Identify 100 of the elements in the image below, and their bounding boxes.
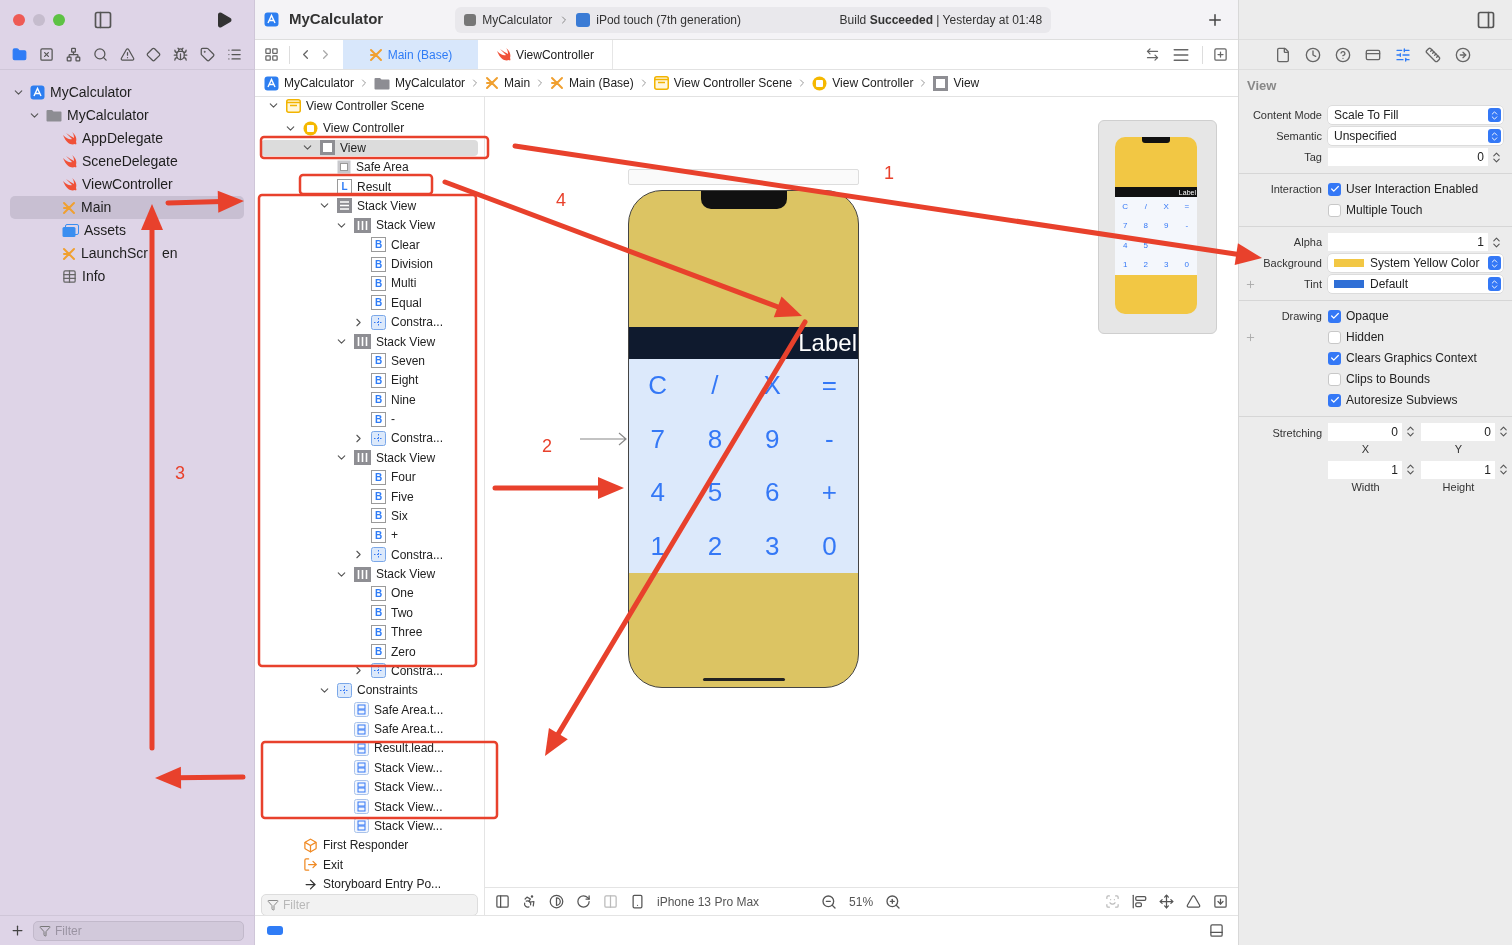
checkbox[interactable] [1328,393,1341,407]
sidebar-toggle-icon[interactable] [93,10,113,30]
outline-item[interactable]: B Seven [261,352,478,369]
file-item[interactable]: AppDelegate [10,127,244,150]
outline-item[interactable]: Constra... [261,546,478,563]
breadcrumb-item[interactable]: MyCalculator [264,74,355,92]
embed-icon[interactable] [1213,894,1228,909]
breadcrumb-item[interactable]: MyCalculator [374,74,466,92]
number-field[interactable]: 1 [1421,460,1495,479]
outline-item[interactable]: Result.lead... [261,740,478,757]
outline-item[interactable]: B - [261,411,478,427]
number-field[interactable]: 1 [1328,233,1488,251]
outline-item[interactable]: Stack View... [261,779,478,796]
file-item[interactable]: ViewController [10,173,244,196]
grid-icon[interactable] [264,47,279,62]
editor-tab[interactable]: ViewController [478,40,613,69]
search-icon[interactable] [92,47,108,62]
stepper-icon[interactable] [1497,425,1510,438]
outline-item[interactable]: B Three [261,624,478,641]
stepper-icon[interactable] [1490,235,1503,249]
outline-item[interactable]: Constra... [261,430,478,447]
outline-item[interactable]: Stack View [261,566,478,582]
hierarchy-icon[interactable] [65,47,81,62]
zoom-out-icon[interactable] [821,893,838,910]
folder-icon[interactable] [12,47,27,62]
scheme-name[interactable]: MyCalculator [482,10,553,29]
outline-item[interactable]: Constra... [261,662,478,679]
file-item[interactable]: MyCalculator [10,104,244,127]
outline-item[interactable]: Stack View [261,449,478,466]
outline-item[interactable]: B Four [261,469,478,486]
outline-item[interactable]: View [261,139,478,156]
outline-item[interactable]: B Six [261,507,478,524]
panel-bottom-icon[interactable] [1209,923,1224,938]
checkbox[interactable] [1328,309,1341,323]
outline-item[interactable]: B Zero [261,643,478,660]
device-name[interactable]: iPod touch (7th generation) [596,10,741,29]
number-field[interactable]: 0 [1421,422,1495,441]
checkbox[interactable] [1328,372,1341,386]
pin-icon[interactable] [1159,894,1174,909]
number-field[interactable]: 0 [1328,422,1402,441]
clock-icon[interactable] [1305,46,1321,63]
ruler-icon[interactable] [1425,46,1441,63]
inspector-toggle-icon[interactable] [1476,9,1496,30]
align-icon[interactable] [1132,894,1147,909]
number-field[interactable]: 1 [1328,460,1402,479]
checkbox[interactable] [1328,351,1341,365]
outline-item[interactable]: B Eight [261,372,478,389]
outline-item[interactable]: B Nine [261,391,478,408]
phone-icon[interactable] [630,894,645,909]
dropdown[interactable]: Default [1328,275,1503,293]
file-item[interactable]: LaunchScr en [10,242,244,265]
checkbox[interactable] [1328,203,1341,217]
appearance-icon[interactable] [549,894,564,909]
outline-item[interactable]: Exit [261,856,478,873]
outline-item[interactable]: Stack View [261,333,478,350]
outline-item[interactable]: B Equal [261,294,478,311]
sliders-icon[interactable] [1395,46,1411,63]
breadcrumb-item[interactable]: View Controller [812,74,914,92]
outline-item[interactable]: B Division [261,256,478,272]
number-field[interactable]: 0 [1328,148,1488,166]
outline-item[interactable]: B Multi [261,275,478,292]
outline-item[interactable]: Stack View [261,217,478,234]
add-icon[interactable] [10,923,25,938]
outline-item[interactable]: Storyboard Entry Po... [261,876,478,892]
breadcrumb-item[interactable]: View Controller Scene [653,74,793,92]
checkbox[interactable] [1328,330,1341,344]
arrow-circle-icon[interactable] [1455,46,1471,63]
warning-icon[interactable] [119,47,135,62]
file-item[interactable]: Info [10,265,244,288]
checkbox[interactable] [1328,182,1341,196]
triangle-icon[interactable] [1186,894,1201,909]
dropdown[interactable]: Scale To Fill [1328,106,1503,124]
stepper-icon[interactable] [1404,463,1417,476]
outline-item[interactable]: B Clear [261,236,478,253]
file-icon[interactable] [1275,46,1291,63]
add-editor-icon[interactable] [1213,47,1228,62]
outline-item[interactable]: First Responder [261,837,478,854]
breadcrumb-item[interactable]: Main [485,74,531,92]
outline-item[interactable]: B + [261,527,478,544]
outline-item[interactable]: Safe Area.t... [261,701,478,718]
dropdown[interactable]: Unspecified [1328,127,1503,145]
panel-icon[interactable] [495,894,510,909]
breadcrumb-item[interactable]: Main (Base) [550,74,634,92]
tag-icon[interactable] [200,47,216,62]
accessibility-icon[interactable] [522,894,537,909]
stepper-icon[interactable] [1497,463,1510,476]
breadcrumb-item[interactable]: View [933,74,980,92]
outline-item[interactable]: Stack View... [261,798,478,815]
file-item[interactable]: SceneDelegate [10,150,244,173]
dropdown[interactable]: System Yellow Color [1328,254,1503,272]
outline-item[interactable]: Constraints [261,682,478,699]
file-item[interactable]: Assets [10,219,244,242]
x-square-icon[interactable] [38,47,54,62]
debug-toggle-icon[interactable] [267,926,283,935]
outline-item[interactable]: Stack View... [261,759,478,776]
stepper-icon[interactable] [1404,425,1417,438]
outline-item[interactable]: B One [261,585,478,602]
bug-icon[interactable] [173,47,189,62]
device-selector[interactable]: iPhone 13 Pro Max [657,892,760,911]
diamond-icon[interactable] [146,47,162,62]
